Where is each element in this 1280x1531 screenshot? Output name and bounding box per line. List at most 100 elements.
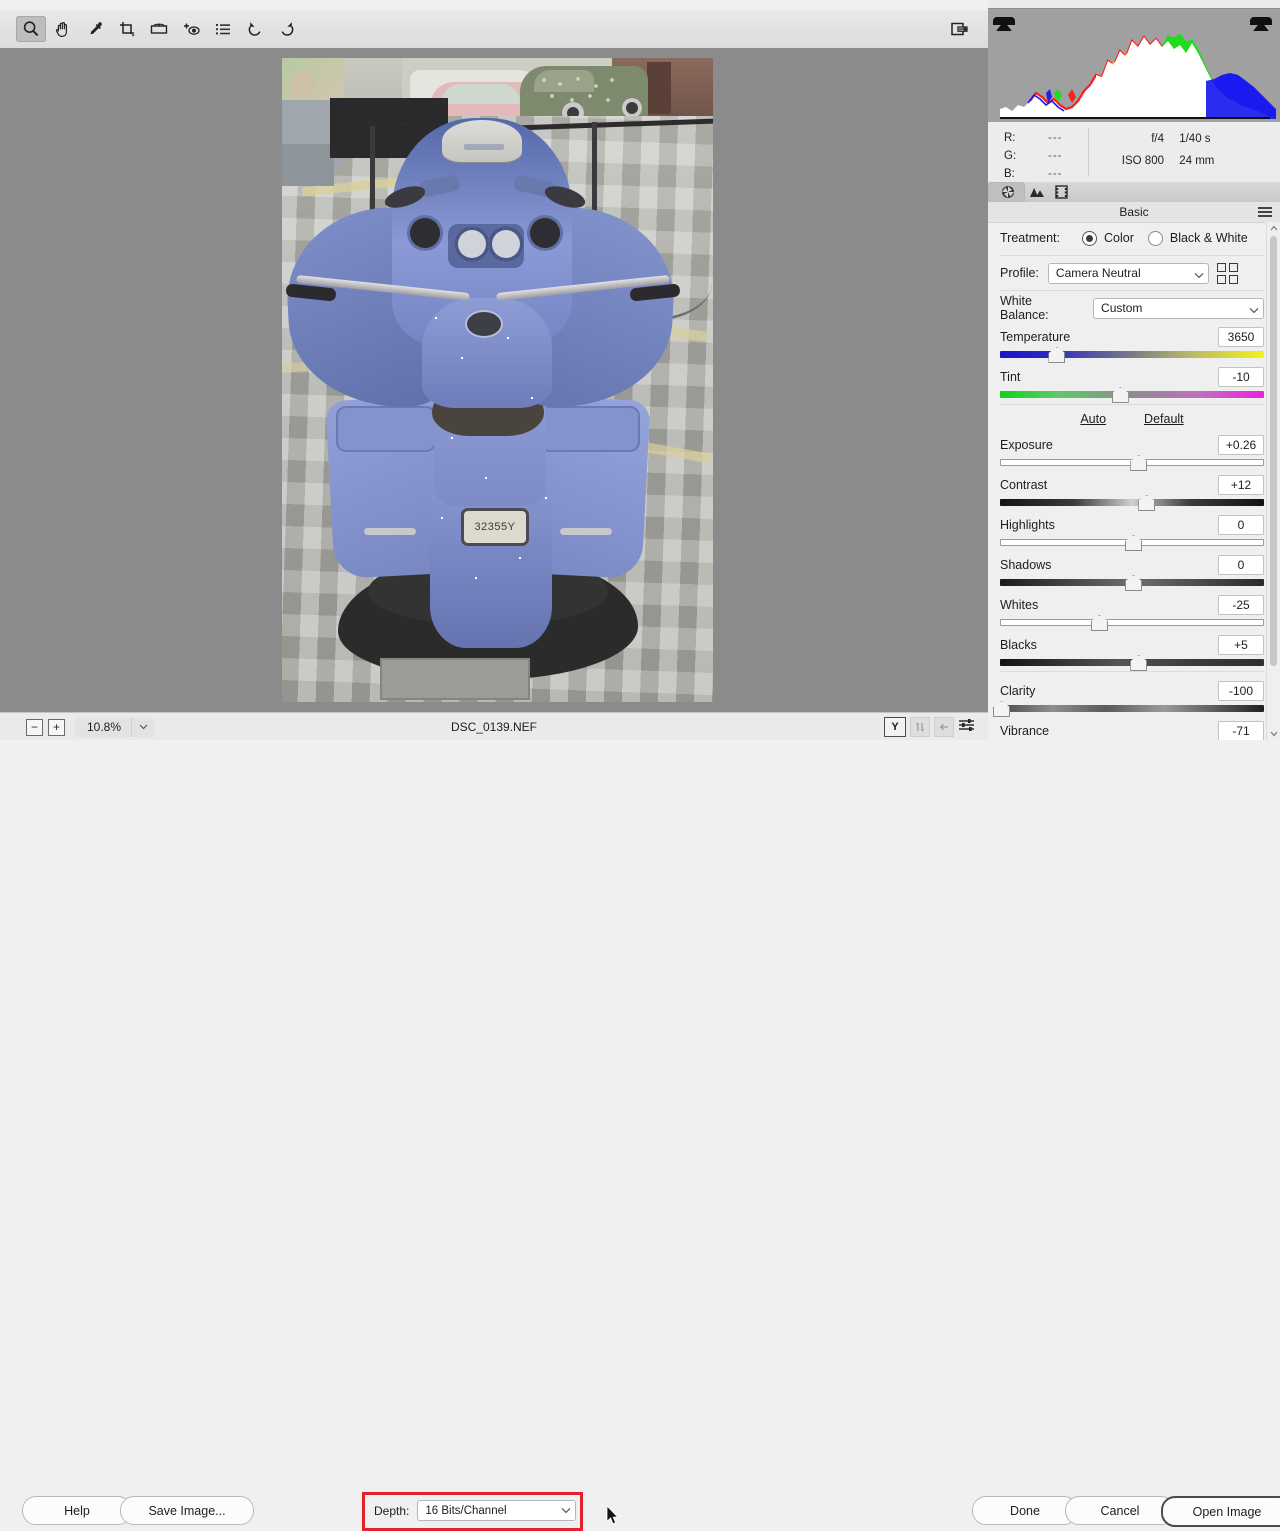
slider-label: Whites: [1000, 598, 1039, 612]
slider-vibrance: Vibrance -71: [1000, 717, 1264, 740]
slider-value[interactable]: +12: [1218, 475, 1264, 495]
top-toolbar: [0, 10, 988, 49]
depth-select[interactable]: 16 Bits/Channel: [417, 1500, 577, 1521]
slider-value[interactable]: 0: [1218, 515, 1264, 535]
save-image-button[interactable]: Save Image...: [120, 1496, 254, 1525]
slider-label: Clarity: [1000, 684, 1036, 698]
auto-button[interactable]: Auto: [1080, 412, 1106, 426]
tab-basic[interactable]: [988, 181, 1025, 203]
tab-detail[interactable]: [1025, 182, 1049, 202]
panel-toggle-icon: [951, 22, 968, 36]
crop-icon: [120, 22, 135, 37]
slider-track[interactable]: [1000, 455, 1264, 471]
straighten-tool[interactable]: [144, 16, 174, 42]
slider-track[interactable]: [1000, 615, 1264, 631]
profile-label: Profile:: [1000, 266, 1039, 280]
white-balance-row: White Balance: Custom: [1000, 293, 1264, 323]
tab-presets[interactable]: [1049, 182, 1073, 202]
toggle-filmstrip[interactable]: [944, 16, 974, 42]
hand-icon: [55, 22, 67, 38]
slider-blacks: Blacks +5: [1000, 631, 1264, 671]
slider-track[interactable]: [1000, 655, 1264, 671]
preview-preferences[interactable]: [958, 717, 976, 738]
cancel-button[interactable]: Cancel: [1065, 1496, 1175, 1525]
profile-select[interactable]: Camera Neutral: [1047, 262, 1209, 284]
rotate-ccw-tool[interactable]: [240, 16, 270, 42]
slider-value[interactable]: +0.26: [1218, 435, 1264, 455]
slider-handle[interactable]: [1130, 455, 1148, 471]
treatment-color-radio[interactable]: [1081, 230, 1097, 246]
slider-handle[interactable]: [1138, 495, 1156, 511]
white-balance-tool[interactable]: [80, 16, 110, 42]
slider-tint: Tint -10: [1000, 363, 1264, 403]
slider-value[interactable]: -100: [1218, 681, 1264, 701]
before-after-label: Y: [891, 721, 899, 733]
slider-value[interactable]: -71: [1218, 721, 1264, 740]
divider: [1000, 671, 1264, 672]
image-canvas[interactable]: 32355Y: [0, 48, 988, 712]
aperture-icon: [1002, 186, 1014, 198]
slider-track[interactable]: [1000, 535, 1264, 551]
help-button[interactable]: Help: [22, 1496, 132, 1525]
camera-raw-window: 32355Y − + 10.8% DSC_0139.NEF Y R: --- G…: [0, 0, 1280, 1531]
slider-track[interactable]: [993, 701, 1264, 717]
shutter-value: 1/40 s: [1179, 133, 1211, 145]
before-after-toggle[interactable]: Y: [884, 717, 906, 737]
slider-handle[interactable]: [1111, 387, 1129, 403]
slider-value[interactable]: -10: [1218, 367, 1264, 387]
slider-value[interactable]: 0: [1218, 555, 1264, 575]
slider-track[interactable]: [1000, 575, 1264, 591]
slider-handle[interactable]: [1090, 615, 1108, 631]
treatment-bw-radio[interactable]: [1147, 230, 1163, 246]
default-button[interactable]: Default: [1144, 412, 1184, 426]
panel-header: Basic: [988, 202, 1280, 223]
slider-handle[interactable]: [1125, 535, 1142, 551]
slider-value[interactable]: +5: [1218, 635, 1264, 655]
slider-exposure: Exposure +0.26: [1000, 431, 1264, 471]
copy-settings[interactable]: [934, 717, 954, 737]
hand-tool[interactable]: [48, 16, 78, 42]
magnifier-icon: [23, 21, 39, 37]
swap-before-after[interactable]: [910, 717, 930, 737]
open-image-button[interactable]: Open Image: [1161, 1496, 1280, 1527]
zoom-tool[interactable]: [16, 16, 46, 42]
right-panel-column: R: --- G: --- B: --- f/4 1/40 s ISO 800 …: [988, 0, 1280, 740]
slider-track[interactable]: [1000, 387, 1264, 403]
panel-menu-icon[interactable]: [1258, 207, 1272, 217]
treatment-color-label: Color: [1103, 231, 1134, 245]
rgb-label-b: B:: [1004, 168, 1015, 180]
preview-photo: 32355Y: [282, 58, 713, 702]
slider-value[interactable]: -25: [1218, 595, 1264, 615]
slider-track[interactable]: [1000, 347, 1264, 363]
depth-label: Depth:: [374, 1503, 410, 1518]
divider: [1000, 290, 1264, 291]
crop-tool[interactable]: [112, 16, 142, 42]
histogram[interactable]: [988, 8, 1280, 123]
rgb-value-b: ---: [1048, 168, 1063, 180]
slider-handle[interactable]: [993, 701, 1010, 717]
chevron-down-icon: [561, 1505, 571, 1517]
depth-value: 16 Bits/Channel: [425, 1504, 507, 1517]
slider-handle[interactable]: [1125, 575, 1142, 591]
filmstrip-icon: [1054, 185, 1068, 199]
treatment-label: Treatment:: [1000, 231, 1060, 245]
white-balance-select[interactable]: Custom: [1093, 297, 1264, 319]
slider-contrast: Contrast +12: [1000, 471, 1264, 511]
license-plate-text: 32355Y: [474, 521, 516, 533]
license-plate: 32355Y: [464, 511, 526, 543]
slider-value[interactable]: 3650: [1218, 327, 1264, 347]
swap-icon: [915, 722, 925, 732]
slider-handle[interactable]: [1048, 347, 1066, 363]
done-button[interactable]: Done: [972, 1496, 1078, 1525]
focal-length-value: 24 mm: [1179, 155, 1215, 167]
red-eye-tool[interactable]: [176, 16, 206, 42]
rotate-cw-tool[interactable]: [272, 16, 302, 42]
slider-highlights: Highlights 0: [1000, 511, 1264, 551]
profile-value: Camera Neutral: [1055, 266, 1141, 280]
profile-browser-icon[interactable]: [1216, 262, 1238, 284]
presets-tool[interactable]: [208, 16, 238, 42]
mouse-cursor: [606, 1505, 619, 1530]
divider: [1000, 255, 1264, 256]
slider-track[interactable]: [1000, 495, 1264, 511]
slider-handle[interactable]: [1130, 655, 1148, 671]
